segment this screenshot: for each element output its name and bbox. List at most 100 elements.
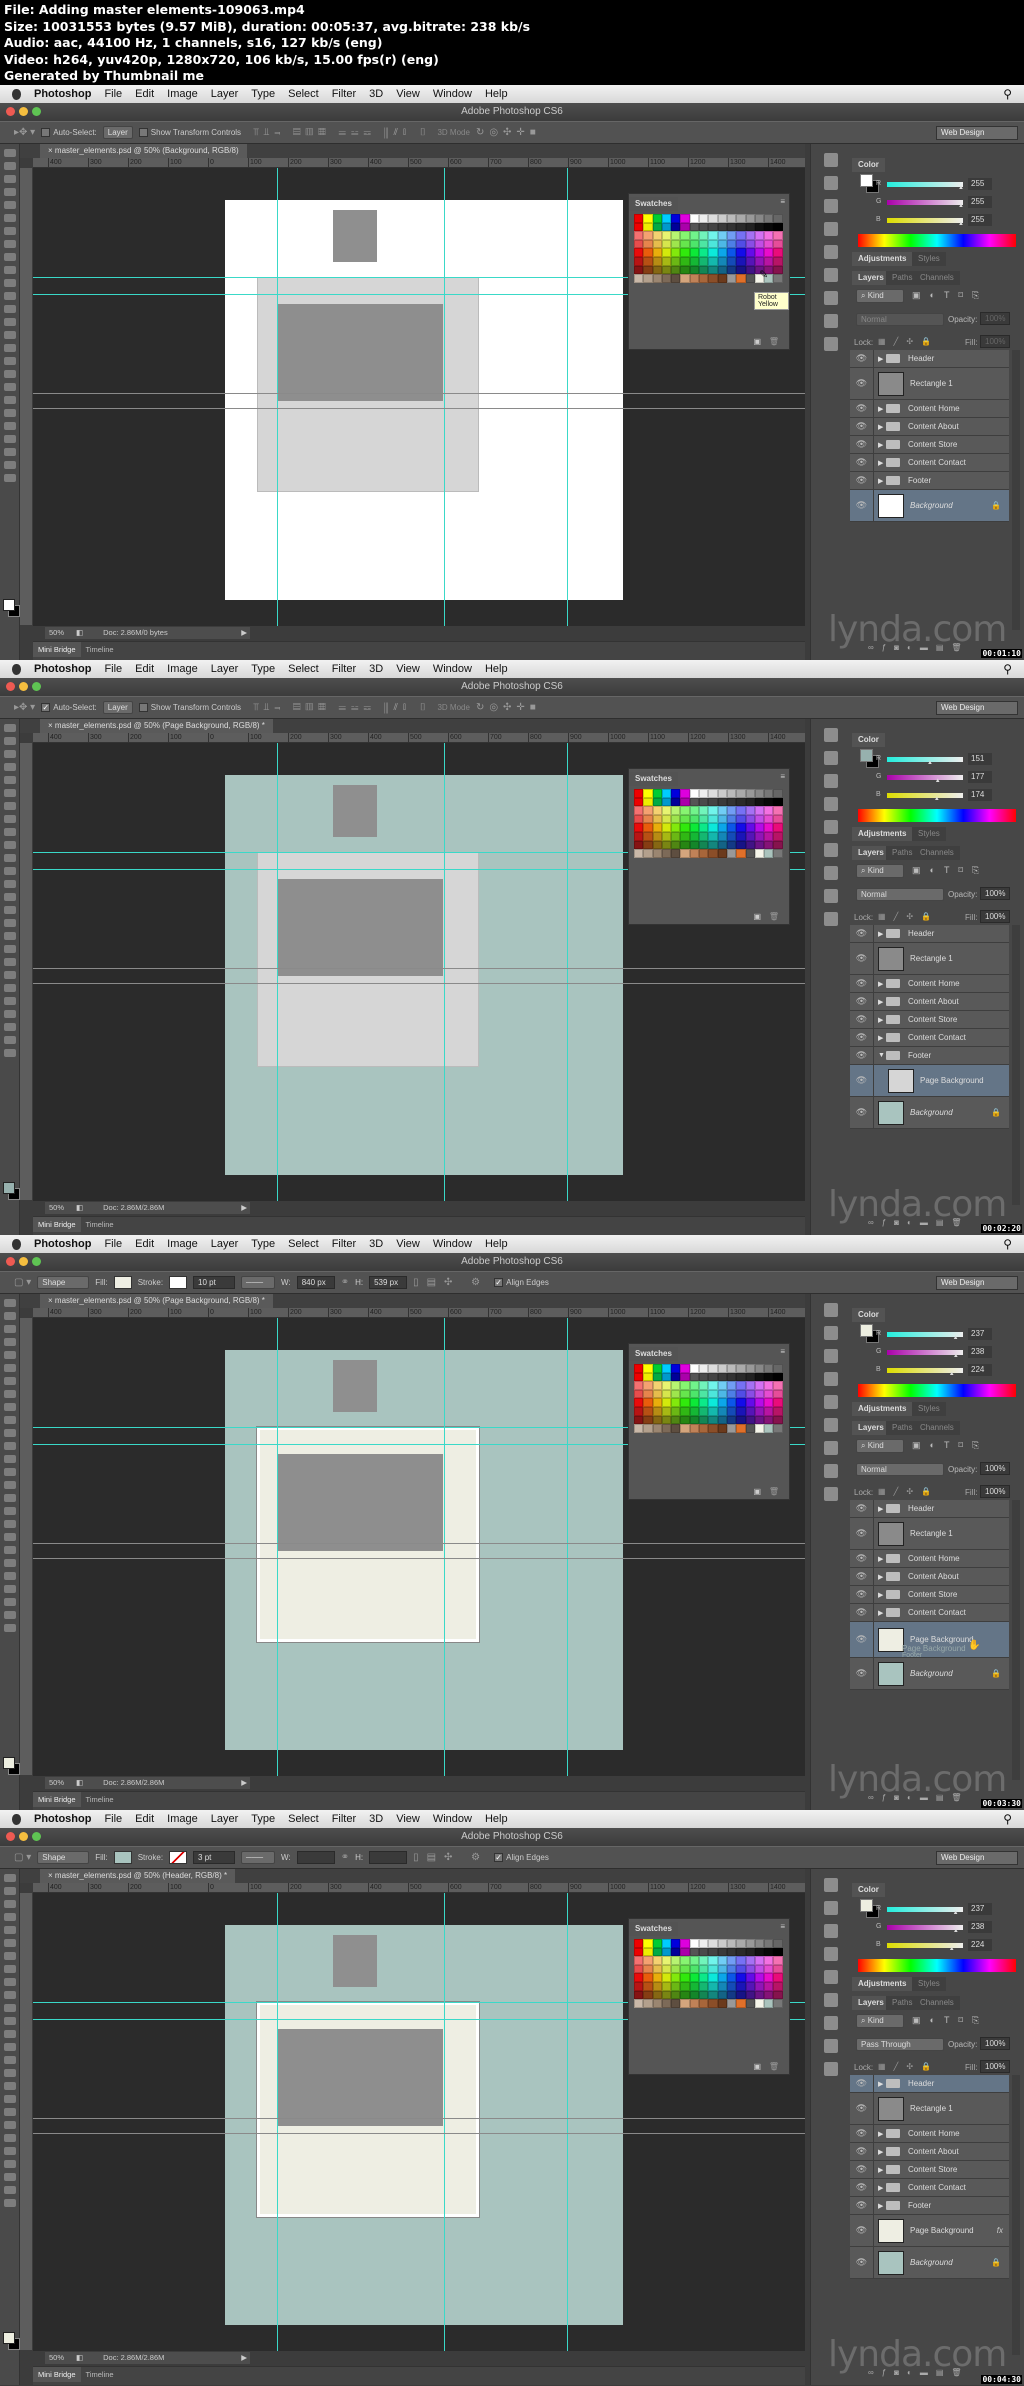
tool-button-icon[interactable] (4, 422, 16, 430)
adjustments-tab[interactable]: Adjustments (852, 252, 913, 266)
color-swatch[interactable] (736, 248, 746, 257)
apple-icon[interactable] (12, 1238, 21, 1250)
layer-row[interactable]: 👁 Background 🔒 (850, 1097, 1009, 1129)
panel-toggle-icon[interactable] (823, 912, 838, 926)
color-swatch[interactable] (745, 1947, 755, 1957)
color-swatch[interactable] (717, 806, 727, 815)
color-swatch[interactable] (726, 265, 737, 275)
color-swatch[interactable] (643, 1372, 653, 1382)
color-value-r[interactable]: 151 (968, 753, 992, 765)
color-swatch[interactable] (773, 1389, 783, 1399)
color-swatch[interactable] (643, 840, 653, 850)
menu-view[interactable]: View (396, 88, 420, 100)
color-swatch[interactable] (773, 274, 783, 283)
slider-thumb-icon[interactable]: ▲ (935, 778, 941, 784)
color-swatch[interactable] (699, 1973, 709, 1982)
color-swatch[interactable] (726, 1947, 737, 1957)
slider-thumb-icon[interactable]: ▲ (927, 760, 933, 766)
tool-button-icon[interactable] (4, 1364, 16, 1372)
color-swatch[interactable] (643, 1415, 653, 1425)
tool-button-icon[interactable] (4, 253, 16, 261)
tool-button-icon[interactable] (4, 292, 16, 300)
menu-layer[interactable]: Layer (211, 663, 239, 675)
color-swatch[interactable] (708, 823, 718, 832)
tool-button-icon[interactable] (4, 1023, 16, 1031)
color-swatch[interactable] (717, 231, 727, 240)
color-swatch[interactable] (680, 831, 690, 841)
visibility-eye-icon[interactable]: 👁 (850, 1500, 874, 1517)
color-swatch[interactable] (680, 789, 690, 798)
panel-toggle-icon[interactable] (823, 1418, 838, 1432)
panel-toggle-icon[interactable] (823, 1349, 838, 1363)
menu-window[interactable]: Window (433, 1238, 472, 1250)
color-slider-b[interactable] (887, 793, 963, 798)
tool-button-icon[interactable] (4, 1585, 16, 1593)
color-swatch[interactable] (671, 1372, 681, 1382)
document-tab[interactable]: × master_elements.psd @ 50% (Background,… (40, 144, 247, 158)
tool-button-icon[interactable] (4, 162, 16, 170)
workspace-select[interactable]: Web Design (936, 1276, 1018, 1290)
menu-view[interactable]: View (396, 663, 420, 675)
slider-thumb-icon[interactable]: ▲ (949, 1946, 955, 1952)
color-swatch[interactable] (717, 1364, 727, 1373)
panel-toggle-icon[interactable] (823, 1993, 838, 2007)
status-menu-arrow-icon[interactable]: ▶ (241, 2352, 247, 2364)
blend-mode-select[interactable]: Normal (856, 1463, 944, 1476)
tool-button-icon[interactable] (4, 2173, 16, 2181)
color-swatch[interactable] (726, 1389, 737, 1399)
menu-edit[interactable]: Edit (135, 663, 154, 675)
color-swatch[interactable] (661, 814, 672, 824)
color-swatch[interactable] (745, 214, 755, 223)
color-swatch[interactable] (773, 231, 783, 240)
layer-filter-icons[interactable]: ▣◐T⌑⎘ (912, 2015, 988, 2026)
expand-arrow-icon[interactable]: ▶ (878, 1016, 886, 1024)
fill-field[interactable]: 100% (980, 2060, 1010, 2073)
tool-button-icon[interactable] (4, 1887, 16, 1895)
color-swatch[interactable] (736, 789, 746, 798)
visibility-eye-icon[interactable]: 👁 (850, 472, 874, 489)
color-swatch[interactable] (680, 1364, 690, 1373)
tool-button-icon[interactable] (4, 932, 16, 940)
layer-row[interactable]: 👁 ▶ Content About (850, 2143, 1009, 2161)
color-swatch[interactable] (671, 248, 681, 257)
tool-button-icon[interactable] (4, 1939, 16, 1947)
path-operations-icons[interactable]: ▯▤✣ ⚙ (413, 1277, 488, 1288)
color-swatch[interactable] (745, 265, 755, 275)
tool-button-icon[interactable] (4, 750, 16, 758)
color-swatch[interactable] (671, 256, 681, 266)
color-swatch[interactable] (634, 1389, 644, 1399)
menu-image[interactable]: Image (167, 1813, 198, 1825)
menu-image[interactable]: Image (167, 663, 198, 675)
color-swatch[interactable] (764, 231, 774, 240)
auto-select-target-select[interactable]: Layer (102, 701, 133, 714)
color-swatch[interactable] (689, 1389, 700, 1399)
spotlight-search-icon[interactable]: ⚲ (1003, 1812, 1012, 1826)
checkbox-box[interactable] (138, 703, 148, 713)
tool-button-icon[interactable] (4, 1299, 16, 1307)
color-swatch[interactable] (643, 823, 653, 832)
tool-button-icon[interactable] (4, 1312, 16, 1320)
menu-select[interactable]: Select (288, 88, 319, 100)
color-swatch[interactable] (689, 1381, 700, 1390)
color-swatch[interactable] (634, 823, 644, 832)
color-swatch[interactable] (634, 1947, 644, 1957)
color-value-r[interactable]: 237 (968, 1903, 992, 1915)
panel-toggle-icon[interactable] (823, 222, 838, 236)
visibility-eye-icon[interactable]: 👁 (850, 2247, 874, 2278)
color-swatch[interactable] (652, 248, 662, 257)
color-swatch[interactable] (745, 222, 755, 232)
tool-button-icon[interactable] (4, 1325, 16, 1333)
panel-toggle-icon[interactable] (823, 797, 838, 811)
color-swatch[interactable] (634, 1424, 644, 1433)
color-swatch[interactable] (652, 1364, 662, 1373)
color-swatch[interactable] (699, 274, 709, 283)
layer-row[interactable]: 👁 ▶ Content Contact (850, 1604, 1009, 1622)
color-swatch[interactable] (661, 239, 672, 249)
color-swatch[interactable] (745, 814, 755, 824)
color-swatch[interactable] (661, 1956, 672, 1965)
lock-icons[interactable]: ▦╱✣🔒 (878, 912, 939, 921)
color-swatch[interactable] (699, 265, 709, 275)
minimize-window-button[interactable] (19, 107, 28, 116)
expand-arrow-icon[interactable]: ▶ (878, 2130, 886, 2138)
tool-button-icon[interactable] (4, 997, 16, 1005)
